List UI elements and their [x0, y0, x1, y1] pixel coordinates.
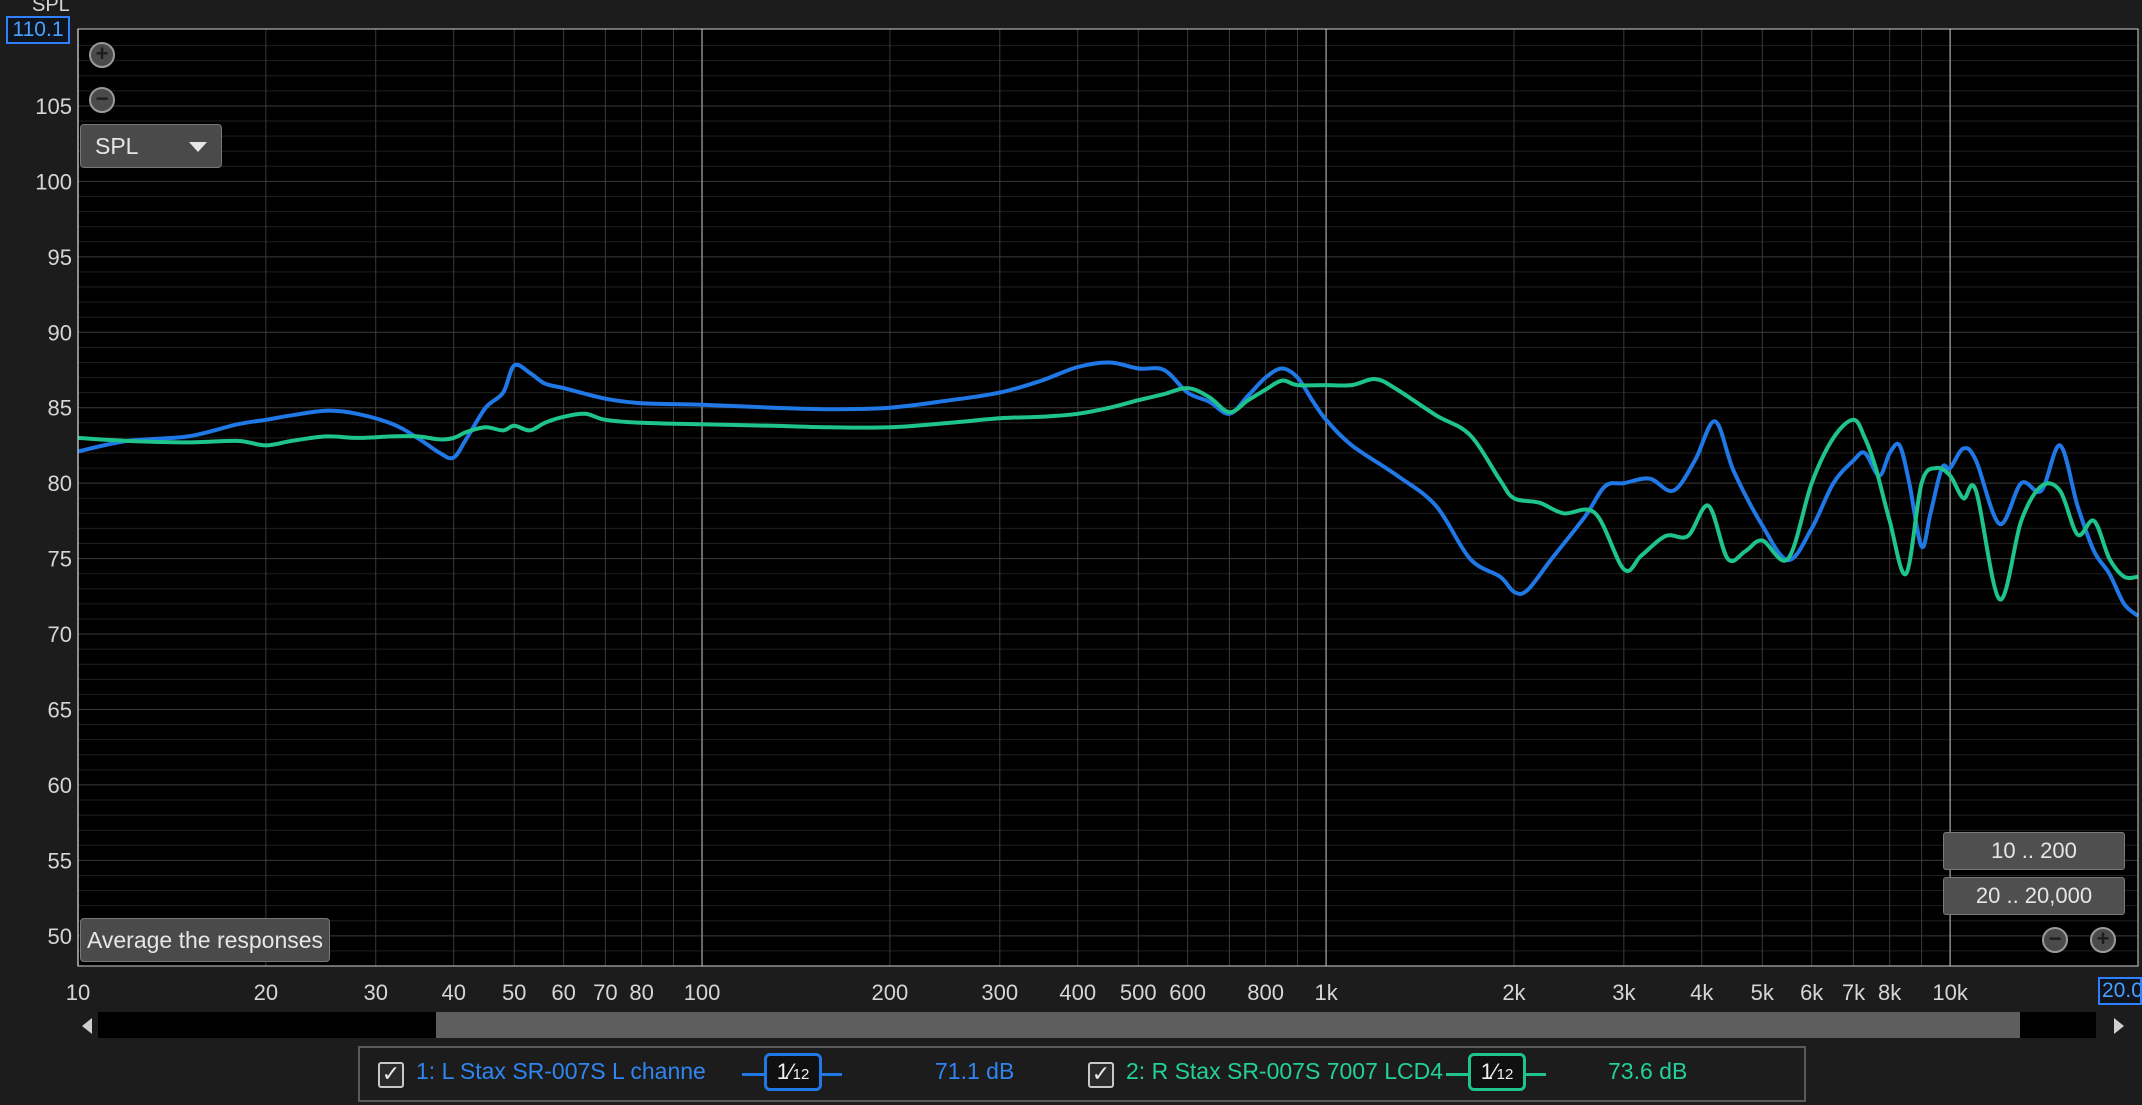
measurement-1-name[interactable]: 1: L Stax SR-007S L channel [416, 1058, 706, 1085]
x-tick-label: 20 [254, 980, 278, 1005]
y-axis-max-input[interactable]: 110.1 [6, 16, 70, 44]
zoom-out-horizontal-icon[interactable]: − [2042, 927, 2068, 953]
x-tick-label: 80 [629, 980, 653, 1005]
horizontal-scrollbar[interactable] [98, 1012, 2096, 1038]
spl-chart[interactable]: 50 55 60 65 70 75 80 85 90 95 100 105 10 20 30 40 50 60 7… [0, 0, 2142, 1040]
zoom-in-horizontal-icon[interactable]: + [2090, 927, 2116, 953]
x-tick-label: 1k [1314, 980, 1338, 1005]
measurement-2-level: 73.6 dB [1608, 1058, 1688, 1084]
chevron-down-icon [189, 142, 207, 152]
measurement-2-checkbox[interactable]: ✓ [1088, 1062, 1114, 1088]
x-tick-label: 500 [1120, 980, 1157, 1005]
smoothing-denominator: 12 [1496, 1066, 1514, 1083]
smoothing-denominator: 12 [792, 1066, 810, 1083]
y-tick-label: 60 [48, 773, 72, 798]
y-tick-label: 85 [48, 396, 72, 421]
y-tick-label: 95 [48, 245, 72, 270]
x-tick-label: 200 [872, 980, 909, 1005]
x-tick-label: 400 [1059, 980, 1096, 1005]
x-tick-label: 4k [1690, 980, 1714, 1005]
y-tick-label: 105 [35, 94, 72, 119]
legend-item: ✓ 1: L Stax SR-007S L channel 1⁄12 71.1 … [360, 1048, 1080, 1100]
spl-graph-selector[interactable]: SPL [80, 124, 222, 168]
measurement-1-smoothing[interactable]: 1⁄12 [742, 1051, 842, 1097]
y-tick-label: 90 [48, 320, 72, 345]
x-tick-label: 50 [502, 980, 526, 1005]
smoothing-numerator: 1 [1480, 1059, 1493, 1084]
x-tick-label: 40 [441, 980, 465, 1005]
range-20-20000-button[interactable]: 20 .. 20,000 [1943, 877, 2125, 915]
scroll-left-arrow-icon[interactable] [82, 1018, 92, 1034]
x-tick-label: 60 [551, 980, 575, 1005]
x-tick-label: 6k [1800, 980, 1824, 1005]
y-tick-label: 50 [48, 924, 72, 949]
zoom-out-vertical-icon[interactable]: − [89, 87, 115, 113]
measurement-1-checkbox[interactable]: ✓ [378, 1062, 404, 1088]
rew-spl-window: 50 55 60 65 70 75 80 85 90 95 100 105 10 20 30 40 50 60 7… [0, 0, 2142, 1105]
scrollbar-thumb[interactable] [436, 1012, 2020, 1038]
measurement-1-level: 71.1 dB [935, 1058, 1015, 1084]
x-tick-label: 600 [1169, 980, 1206, 1005]
measurement-2-name[interactable]: 2: R Stax SR-007S 7007 LCD4 pa [1126, 1058, 1446, 1085]
x-tick-label: 2k [1502, 980, 1526, 1005]
legend-item: ✓ 2: R Stax SR-007S 7007 LCD4 pa 1⁄12 73… [1088, 1048, 1804, 1100]
x-tick-label: 800 [1247, 980, 1284, 1005]
zoom-in-vertical-icon[interactable]: + [89, 42, 115, 68]
x-tick-label: 100 [684, 980, 721, 1005]
x-tick-label: 3k [1612, 980, 1636, 1005]
measurement-2-smoothing[interactable]: 1⁄12 [1446, 1051, 1546, 1097]
y-tick-label: 70 [48, 622, 72, 647]
x-tick-label: 10k [1932, 980, 1968, 1005]
y-tick-label: 75 [48, 547, 72, 572]
x-axis-max-input[interactable]: 20.0 [2098, 977, 2142, 1005]
smoothing-numerator: 1 [776, 1059, 789, 1084]
x-tick-label: 7k [1842, 980, 1866, 1005]
y-tick-label: 100 [35, 169, 72, 194]
scroll-right-arrow-icon[interactable] [2114, 1018, 2124, 1034]
plot-area [78, 29, 2138, 966]
x-tick-label: 10 [66, 980, 90, 1005]
y-tick-label: 65 [48, 697, 72, 722]
spl-graph-selector-value: SPL [95, 133, 139, 159]
x-tick-label: 70 [593, 980, 617, 1005]
x-tick-label: 30 [364, 980, 388, 1005]
range-10-200-button[interactable]: 10 .. 200 [1943, 832, 2125, 870]
y-axis-unit-label: SPL [32, 0, 70, 16]
x-tick-label: 300 [981, 980, 1018, 1005]
measurement-legend: ✓ 1: L Stax SR-007S L channel 1⁄12 71.1 … [358, 1046, 1806, 1102]
x-tick-label: 8k [1878, 980, 1902, 1005]
y-tick-label: 55 [48, 848, 72, 873]
y-tick-label: 80 [48, 471, 72, 496]
x-tick-label: 5k [1751, 980, 1775, 1005]
average-responses-button[interactable]: Average the responses [80, 918, 330, 962]
